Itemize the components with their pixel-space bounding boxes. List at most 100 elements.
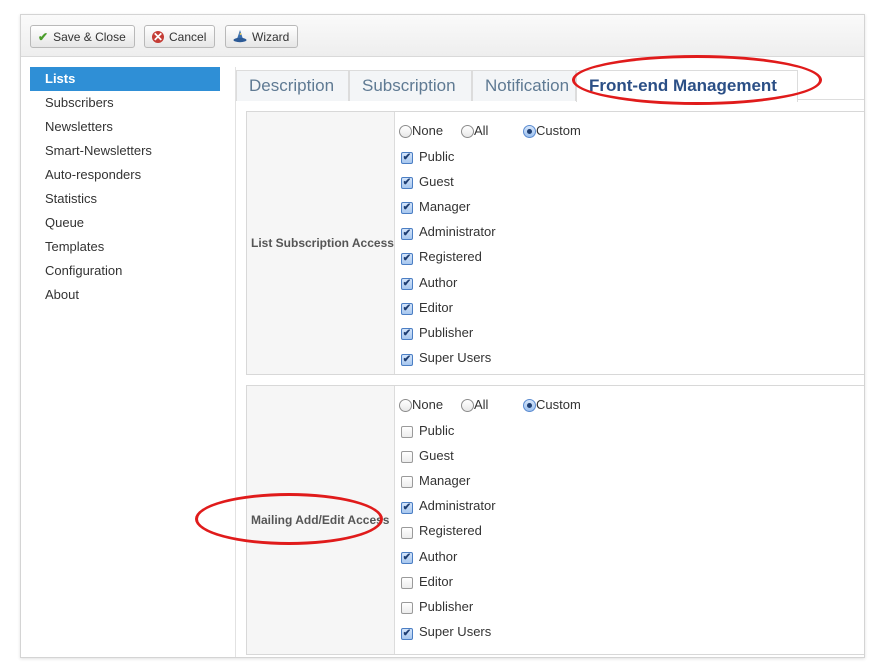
sidebar-item-about[interactable]: About <box>30 283 220 307</box>
save-close-button[interactable]: ✔ Save & Close <box>30 25 135 48</box>
save-close-label: Save & Close <box>53 29 126 44</box>
checkbox-unchecked-icon[interactable] <box>401 526 413 539</box>
sidebar-item-templates[interactable]: Templates <box>30 235 220 259</box>
checkbox-label: Registered <box>419 523 482 539</box>
checkbox-checked-icon[interactable]: ✔ <box>401 227 413 240</box>
group-checkbox-manager[interactable]: ✔ Manager <box>401 197 470 215</box>
group-checkbox-guest[interactable]: ✔ Guest <box>401 172 454 190</box>
radio-custom[interactable]: Custom <box>523 122 581 138</box>
radio-button[interactable] <box>399 399 412 412</box>
section-label: List Subscription Access <box>247 112 395 374</box>
radio-label: None <box>412 122 444 138</box>
tab-notification[interactable]: Notification <box>472 70 576 101</box>
cancel-button[interactable]: ✕ Cancel <box>144 25 216 48</box>
sidebar-item-queue[interactable]: Queue <box>30 211 220 235</box>
sidebar-item-lists[interactable]: Lists <box>30 67 220 91</box>
radio-button[interactable] <box>461 399 474 412</box>
checkbox-checked-icon[interactable]: ✔ <box>401 627 413 640</box>
checkbox-label: Publisher <box>419 598 474 614</box>
checkbox-label: Public <box>419 148 455 164</box>
checkbox-checked-icon[interactable]: ✔ <box>401 177 413 190</box>
checkbox-checked-icon[interactable]: ✔ <box>401 303 413 316</box>
checkbox-unchecked-icon[interactable] <box>401 451 413 464</box>
checkbox-label: Editor <box>419 299 453 315</box>
checkbox-label: Public <box>419 422 455 438</box>
toolbar: ✔ Save & Close ✕ Cancel Wizard <box>21 15 864 57</box>
radio-button[interactable] <box>461 125 474 138</box>
checkbox-checked-icon[interactable]: ✔ <box>401 152 413 164</box>
wizard-hat-icon <box>233 30 247 43</box>
tab-front-end-management[interactable]: Front-end Management <box>576 70 798 102</box>
checkbox-checked-icon[interactable]: ✔ <box>401 353 413 366</box>
tab-bar: Description Subscription Notification Front… <box>236 67 864 102</box>
checkbox-label: Super Users <box>419 624 492 640</box>
checkbox-label: Author <box>419 274 458 290</box>
tab-description[interactable]: Description <box>236 70 349 101</box>
group-checkbox-super-users[interactable]: ✔ Super Users <box>401 349 491 367</box>
group-checkbox-publisher[interactable]: Publisher <box>401 597 473 615</box>
checkbox-label: Guest <box>419 173 454 189</box>
checkbox-unchecked-icon[interactable] <box>401 476 413 489</box>
checkbox-label: Administrator <box>419 224 496 240</box>
checkbox-label: Super Users <box>419 350 492 366</box>
checkbox-label: Editor <box>419 573 453 589</box>
checkbox-checked-icon[interactable]: ✔ <box>401 501 413 514</box>
sidebar-item-subscribers[interactable]: Subscribers <box>30 91 220 115</box>
cancel-label: Cancel <box>169 29 207 44</box>
tab-subscription[interactable]: Subscription <box>349 70 472 101</box>
group-checkbox-public[interactable]: ✔ Public <box>401 147 454 165</box>
radio-label: All <box>474 122 489 138</box>
radio-button[interactable] <box>399 125 412 138</box>
checkbox-checked-icon[interactable]: ✔ <box>401 328 413 341</box>
group-checkbox-registered[interactable]: ✔ Registered <box>401 248 482 266</box>
section-body: None All Custom Public Guest Manager ✔ Administ… <box>395 386 864 654</box>
checkbox-unchecked-icon[interactable] <box>401 602 413 615</box>
radio-none[interactable]: None <box>399 122 443 138</box>
group-checkbox-author[interactable]: ✔ Author <box>401 273 457 291</box>
checkbox-checked-icon[interactable]: ✔ <box>401 552 413 564</box>
checkbox-checked-icon[interactable]: ✔ <box>401 252 413 265</box>
wizard-label: Wizard <box>252 29 290 44</box>
group-checkbox-author[interactable]: ✔ Author <box>401 547 457 565</box>
sidebar-item-smart-newsletters[interactable]: Smart-Newsletters <box>30 139 220 163</box>
checkbox-label: Manager <box>419 472 471 488</box>
radio-none[interactable]: None <box>399 396 443 412</box>
checkbox-label: Guest <box>419 447 454 463</box>
group-checkbox-administrator[interactable]: ✔ Administrator <box>401 223 496 241</box>
group-checkbox-super-users[interactable]: ✔ Super Users <box>401 623 491 641</box>
radio-all[interactable]: All <box>461 122 488 138</box>
radio-button[interactable] <box>523 125 536 138</box>
sidebar-item-newsletters[interactable]: Newsletters <box>30 115 220 139</box>
editor-window: ✔ Save & Close ✕ Cancel Wizard Lists Subs… <box>20 14 865 658</box>
group-checkbox-public[interactable]: Public <box>401 421 454 439</box>
group-checkbox-administrator[interactable]: ✔ Administrator <box>401 497 496 515</box>
radio-label: All <box>474 396 489 412</box>
checkbox-label: Manager <box>419 198 471 214</box>
sidebar-item-statistics[interactable]: Statistics <box>30 187 220 211</box>
checkbox-label: Registered <box>419 249 482 265</box>
wizard-button[interactable]: Wizard <box>225 25 299 48</box>
group-checkbox-editor[interactable]: ✔ Editor <box>401 298 453 316</box>
radio-custom[interactable]: Custom <box>523 396 581 412</box>
checkbox-unchecked-icon[interactable] <box>401 577 413 590</box>
radio-label: None <box>412 396 444 412</box>
radio-all[interactable]: All <box>461 396 488 412</box>
checkbox-checked-icon[interactable]: ✔ <box>401 278 413 290</box>
checkbox-label: Administrator <box>419 498 496 514</box>
group-checkbox-publisher[interactable]: ✔ Publisher <box>401 323 473 341</box>
sidebar-item-configuration[interactable]: Configuration <box>30 259 220 283</box>
radio-button[interactable] <box>523 399 536 412</box>
access-section: Mailing Add/Edit Access None All Custom Publ… <box>246 385 864 655</box>
cancel-circle-icon: ✕ <box>152 29 164 44</box>
group-checkbox-editor[interactable]: Editor <box>401 572 453 590</box>
check-icon: ✔ <box>38 29 49 44</box>
checkbox-checked-icon[interactable]: ✔ <box>401 202 413 215</box>
sidebar-item-auto-responders[interactable]: Auto-responders <box>30 163 220 187</box>
group-checkbox-manager[interactable]: Manager <box>401 471 470 489</box>
group-checkbox-guest[interactable]: Guest <box>401 446 454 464</box>
group-checkbox-registered[interactable]: Registered <box>401 522 482 540</box>
checkbox-unchecked-icon[interactable] <box>401 426 413 438</box>
sidebar-menu: Lists Subscribers Newsletters Smart-Newslet… <box>30 67 220 307</box>
checkbox-label: Publisher <box>419 324 474 340</box>
radio-label: Custom <box>536 122 581 138</box>
